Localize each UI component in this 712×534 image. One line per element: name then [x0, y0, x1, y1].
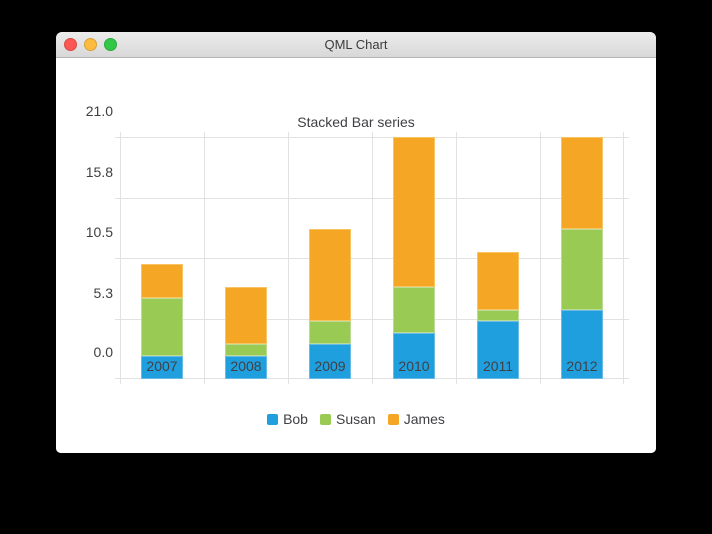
bar-segment: [561, 229, 603, 310]
bar-segment: [225, 344, 267, 356]
bar-segment: [225, 287, 267, 345]
legend-label: Bob: [283, 411, 308, 427]
y-axis-label: 21.0: [63, 103, 113, 119]
chart-view: Stacked Bar series Bob Susan James 0.0 5.3 1…: [56, 58, 656, 453]
x-axis-label: 2008: [204, 358, 288, 375]
y-axis-label: 0.0: [63, 344, 113, 360]
legend-marker-bob: [267, 414, 278, 425]
chart-title: Stacked Bar series: [56, 114, 656, 130]
desktop-background: { "window": { "title": "QML Chart", "con…: [0, 0, 712, 534]
x-axis-label: 2009: [288, 358, 372, 375]
x-axis-label: 2012: [540, 358, 624, 375]
y-axis-label: 5.3: [63, 285, 113, 301]
v-gridline: [204, 132, 205, 384]
x-axis-label: 2007: [120, 358, 204, 375]
bar-segment: [309, 229, 351, 321]
bar-segment: [393, 137, 435, 287]
app-window: QML Chart Stacked Bar series Bob Susan Jam…: [56, 32, 656, 453]
v-gridline: [372, 132, 373, 384]
legend-label: James: [404, 411, 445, 427]
y-axis-label: 15.8: [63, 164, 113, 180]
bar-segment: [393, 287, 435, 333]
bar-segment: [477, 310, 519, 322]
plot-area: [120, 137, 624, 379]
v-gridline: [456, 132, 457, 384]
v-gridline: [288, 132, 289, 384]
v-gridline: [623, 132, 624, 384]
x-axis-label: 2010: [372, 358, 456, 375]
y-axis-label: 10.5: [63, 224, 113, 240]
bar-segment: [561, 137, 603, 229]
v-gridline: [540, 132, 541, 384]
legend: Bob Susan James: [56, 410, 656, 428]
window-titlebar[interactable]: QML Chart: [56, 32, 656, 58]
x-axis-label: 2011: [456, 358, 540, 375]
bar-segment: [477, 252, 519, 310]
legend-marker-james: [388, 414, 399, 425]
legend-item: James: [388, 411, 445, 427]
legend-marker-susan: [320, 414, 331, 425]
bar-segment: [309, 321, 351, 344]
window-title: QML Chart: [56, 32, 656, 57]
legend-item: Susan: [320, 411, 376, 427]
legend-label: Susan: [336, 411, 376, 427]
bar-segment: [141, 264, 183, 299]
v-gridline: [120, 132, 121, 384]
bar-segment: [141, 298, 183, 356]
legend-item: Bob: [267, 411, 308, 427]
